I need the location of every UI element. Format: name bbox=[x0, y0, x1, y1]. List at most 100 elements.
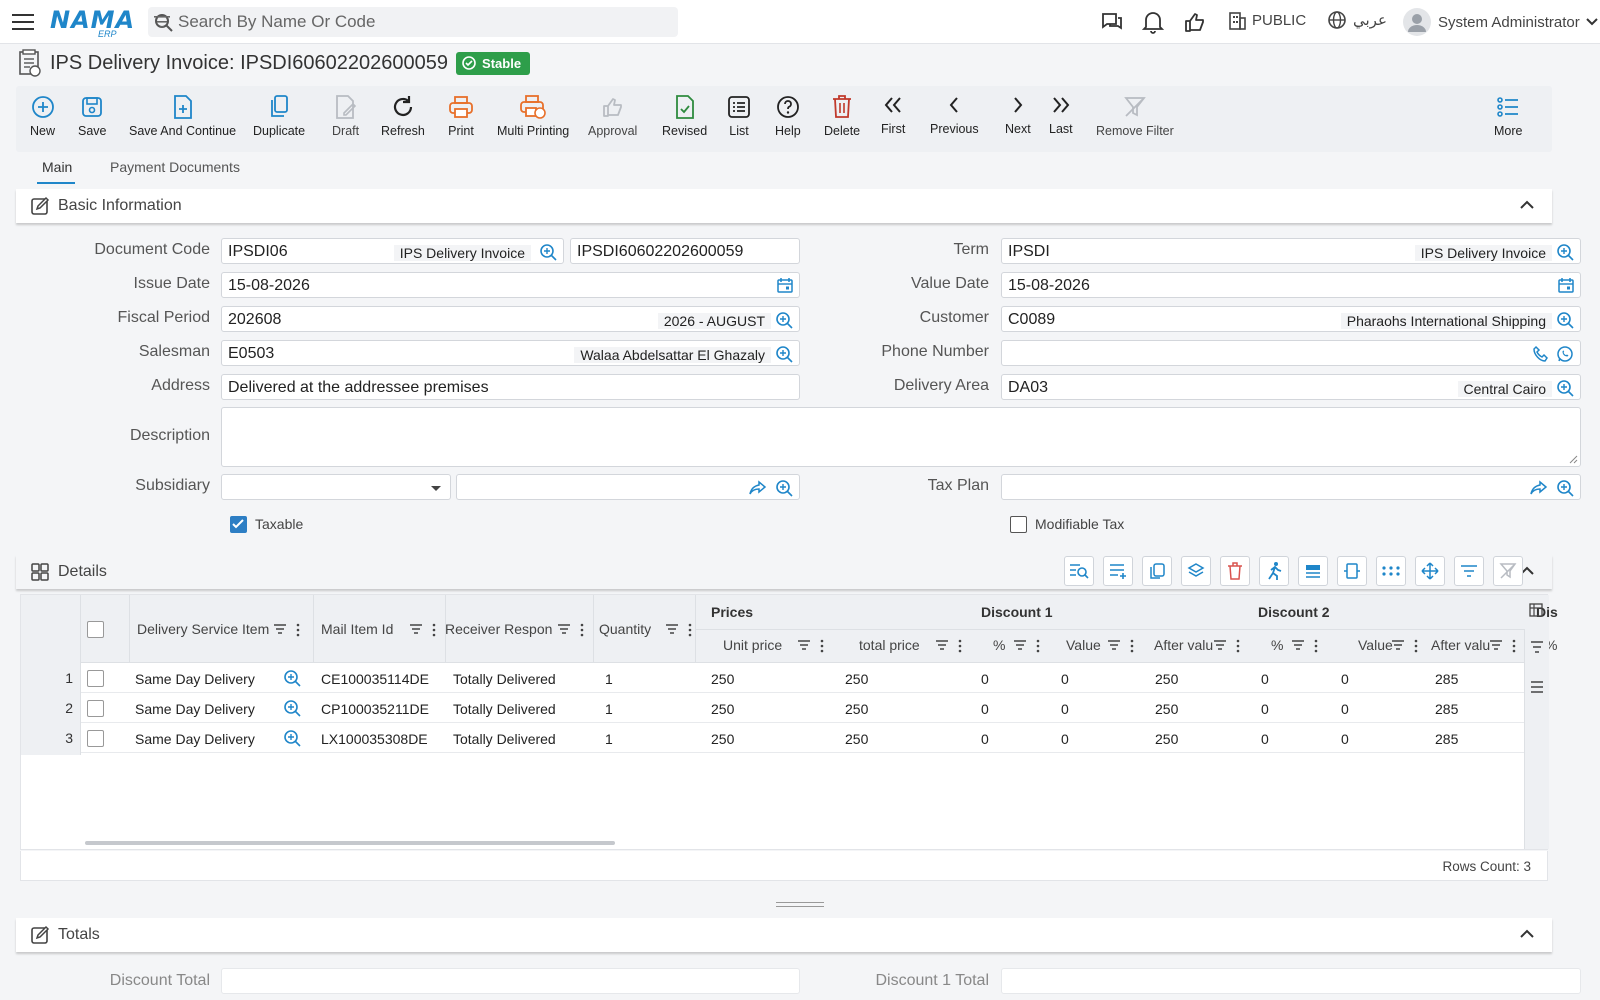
column-menu-icons[interactable] bbox=[557, 623, 585, 637]
resize-splitter[interactable] bbox=[776, 902, 824, 907]
cell-d2-value[interactable]: 0 bbox=[1341, 671, 1349, 687]
cell-d2-after[interactable]: 285 bbox=[1435, 671, 1458, 687]
document-code-field[interactable]: IPSDI06 IPS Delivery Invoice bbox=[221, 238, 564, 264]
fit-columns-button[interactable] bbox=[1337, 556, 1367, 586]
duplicate-button[interactable]: Duplicate bbox=[253, 92, 305, 138]
column-menu-icons[interactable] bbox=[1391, 639, 1419, 653]
cell-mail-id[interactable]: LX100035308DE bbox=[321, 731, 428, 747]
cell-qty[interactable]: 1 bbox=[605, 671, 613, 687]
copy-row-button[interactable] bbox=[1142, 556, 1172, 586]
cell-mail-id[interactable]: CE100035114DE bbox=[321, 671, 429, 687]
cell-d1-pct[interactable]: 0 bbox=[981, 731, 989, 747]
select-all-checkbox[interactable] bbox=[87, 621, 104, 638]
column-menu-icons[interactable] bbox=[1489, 639, 1517, 653]
totals-header[interactable]: Totals bbox=[16, 918, 1552, 952]
cell-d1-pct[interactable]: 0 bbox=[981, 671, 989, 687]
address-field[interactable]: Delivered at the addressee premises bbox=[221, 374, 800, 400]
cell-d1-value[interactable]: 0 bbox=[1061, 671, 1069, 687]
public-company-selector[interactable]: PUBLIC bbox=[1228, 10, 1306, 30]
col-mail-item-id[interactable]: Mail Item Id bbox=[321, 621, 393, 637]
first-button[interactable]: First bbox=[881, 90, 905, 136]
cell-d1-after[interactable]: 250 bbox=[1155, 701, 1178, 717]
filter-rows-button[interactable] bbox=[1454, 556, 1484, 586]
cell-d2-value[interactable]: 0 bbox=[1341, 731, 1349, 747]
col-discount2-percent[interactable]: % bbox=[1271, 637, 1283, 653]
subsidiary-dropdown[interactable] bbox=[221, 474, 451, 500]
column-menu-icons[interactable] bbox=[1107, 639, 1135, 653]
hamburger-menu-icon[interactable] bbox=[12, 12, 34, 32]
basic-information-header[interactable]: Basic Information bbox=[16, 189, 1552, 223]
col-discount1-value[interactable]: Value bbox=[1066, 637, 1101, 653]
add-row-button[interactable] bbox=[1103, 556, 1133, 586]
col-total-price[interactable]: total price bbox=[859, 637, 920, 653]
next-button[interactable]: Next bbox=[1005, 90, 1031, 136]
insert-row-button[interactable] bbox=[1298, 556, 1328, 586]
cell-unit-price[interactable]: 250 bbox=[711, 671, 734, 687]
cell-d1-value[interactable]: 0 bbox=[1061, 731, 1069, 747]
lookup-icon[interactable] bbox=[775, 345, 793, 363]
taxable-checkbox[interactable] bbox=[230, 516, 247, 533]
cell-total-price[interactable]: 250 bbox=[845, 731, 868, 747]
cell-d2-value[interactable]: 0 bbox=[1341, 701, 1349, 717]
column-menu-icons[interactable] bbox=[1013, 639, 1041, 653]
row-checkbox[interactable] bbox=[87, 700, 104, 717]
chevron-up-icon[interactable] bbox=[1520, 200, 1534, 210]
bell-icon[interactable] bbox=[1142, 10, 1164, 34]
more-options-button[interactable] bbox=[1376, 556, 1406, 586]
nama-logo[interactable]: NAMA ERP bbox=[50, 6, 134, 39]
thumbs-up-icon[interactable] bbox=[1183, 10, 1207, 34]
cell-response[interactable]: Totally Delivered bbox=[453, 731, 556, 747]
col-discount2-after-value[interactable]: After valu bbox=[1431, 637, 1491, 653]
delivery-area-field[interactable]: DA03 Central Cairo bbox=[1001, 374, 1581, 400]
share-arrow-icon[interactable] bbox=[1530, 479, 1548, 497]
cell-item[interactable]: Same Day Delivery bbox=[135, 671, 255, 687]
cell-item[interactable]: Same Day Delivery bbox=[135, 731, 255, 747]
search-rows-button[interactable] bbox=[1064, 556, 1094, 586]
cell-d2-after[interactable]: 285 bbox=[1435, 701, 1458, 717]
previous-button[interactable]: Previous bbox=[930, 90, 979, 136]
approval-button[interactable]: Approval bbox=[588, 92, 637, 138]
resize-handle-icon[interactable] bbox=[1568, 454, 1578, 464]
cell-d2-pct[interactable]: 0 bbox=[1261, 731, 1269, 747]
column-menu-icons[interactable] bbox=[1213, 639, 1241, 653]
multi-printing-button[interactable]: Multi Printing bbox=[497, 92, 569, 138]
whatsapp-icon[interactable] bbox=[1556, 345, 1574, 363]
cell-d1-after[interactable]: 250 bbox=[1155, 731, 1178, 747]
last-button[interactable]: Last bbox=[1049, 90, 1073, 136]
document-number-field[interactable]: IPSDI60602202600059 bbox=[570, 238, 800, 264]
col-quantity[interactable]: Quantity bbox=[599, 621, 651, 637]
new-button[interactable]: New bbox=[30, 92, 55, 138]
delete-row-button[interactable] bbox=[1220, 556, 1250, 586]
col-discount2-value[interactable]: Value bbox=[1358, 637, 1393, 653]
run-button[interactable] bbox=[1259, 556, 1289, 586]
tab-payment-documents[interactable]: Payment Documents bbox=[110, 159, 240, 175]
save-and-continue-button[interactable]: Save And Continue bbox=[129, 92, 236, 138]
cell-response[interactable]: Totally Delivered bbox=[453, 671, 556, 687]
customer-field[interactable]: C0089 Pharaohs International Shipping bbox=[1001, 306, 1581, 332]
save-button[interactable]: Save bbox=[78, 92, 107, 138]
issue-date-field[interactable]: 15-08-2026 bbox=[221, 272, 800, 298]
tax-plan-field[interactable] bbox=[1001, 474, 1581, 500]
term-field[interactable]: IPSDI IPS Delivery Invoice bbox=[1001, 238, 1581, 264]
layers-button[interactable] bbox=[1181, 556, 1211, 586]
user-menu[interactable]: System Administrator bbox=[1402, 7, 1598, 37]
filter-icon[interactable] bbox=[154, 15, 670, 29]
lookup-icon[interactable] bbox=[283, 699, 301, 717]
cell-total-price[interactable]: 250 bbox=[845, 701, 868, 717]
horizontal-scrollbar[interactable] bbox=[85, 841, 615, 845]
column-menu-icons[interactable] bbox=[273, 623, 301, 637]
lookup-icon[interactable] bbox=[539, 243, 557, 261]
column-menu-icons[interactable] bbox=[935, 639, 963, 653]
col-delivery-service-item[interactable]: Delivery Service Item bbox=[137, 621, 269, 637]
share-arrow-icon[interactable] bbox=[749, 479, 767, 497]
calendar-icon[interactable] bbox=[777, 277, 793, 293]
language-selector[interactable]: عربي bbox=[1327, 10, 1387, 30]
col-receiver-response[interactable]: Receiver Respon bbox=[445, 621, 553, 637]
lookup-icon[interactable] bbox=[1556, 311, 1574, 329]
cell-d1-pct[interactable]: 0 bbox=[981, 701, 989, 717]
help-button[interactable]: Help bbox=[775, 92, 801, 138]
cell-d1-value[interactable]: 0 bbox=[1061, 701, 1069, 717]
more-button[interactable]: More bbox=[1494, 92, 1522, 138]
cell-qty[interactable]: 1 bbox=[605, 731, 613, 747]
lookup-icon[interactable] bbox=[283, 729, 301, 747]
